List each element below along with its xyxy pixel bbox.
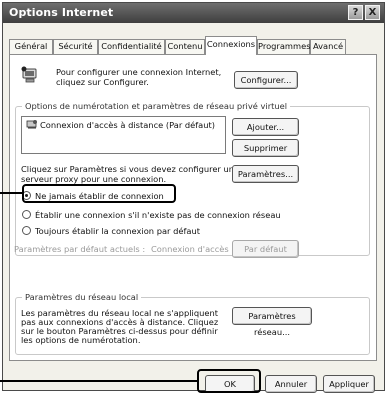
radio-always-dial-label: Toujours établir la connexion par défaut [35, 226, 200, 236]
radio-dial-when-no-network[interactable]: Établir une connexion s'il n'existe pas … [21, 209, 361, 221]
radio-always-dial-indicator[interactable] [22, 226, 31, 235]
window-title: Options Internet [9, 6, 114, 19]
tab-general[interactable]: Général [9, 39, 53, 54]
proxy-text-line1: Cliquez sur Paramètres si vous devez con… [21, 164, 234, 174]
close-button[interactable]: X [365, 5, 380, 20]
configure-button[interactable]: Configurer... [234, 71, 298, 89]
tab-security[interactable]: Sécurité [53, 39, 98, 54]
setup-text-line1: Pour configurer une connexion Internet, [56, 67, 222, 77]
tab-programs[interactable]: Programmes [257, 39, 311, 54]
setup-text-line2: cliquez sur Configurer. [56, 77, 149, 87]
remove-button[interactable]: Supprimer [232, 139, 299, 157]
close-icon: X [368, 7, 377, 18]
radio-dial-when-no-network-label: Établir une connexion s'il n'existe pas … [35, 210, 281, 220]
internet-options-dialog: Options Internet ? X Général Sécurité Co… [2, 2, 385, 393]
current-default-label: Paramètres par défaut actuels : [14, 244, 146, 254]
dialup-connection-icon [26, 119, 38, 130]
title-bar: Options Internet ? X [3, 3, 384, 23]
radio-never-dial-label: Ne jamais établir de connexion [35, 191, 164, 201]
list-item-label: Connexion d'accès à distance (Par défaut… [40, 120, 215, 130]
lan-text-line4: les options de numérotation. [21, 335, 141, 345]
apply-button[interactable]: Appliquer [323, 375, 375, 393]
proxy-text-line2: serveur proxy pour une connexion. [21, 174, 167, 184]
radio-never-dial[interactable]: Ne jamais établir de connexion [21, 190, 241, 202]
callout-never-dial-leader [0, 192, 22, 194]
dialup-group-title: Options de numérotation et paramètres de… [22, 101, 291, 111]
radio-dial-when-no-network-indicator[interactable] [22, 210, 31, 219]
tab-content[interactable]: Contenu [165, 39, 205, 54]
tab-privacy[interactable]: Confidentialité [98, 39, 165, 54]
current-default-value: Connexion d'accès [151, 244, 229, 254]
radio-always-dial[interactable]: Toujours établir la connexion par défaut [21, 225, 261, 237]
connection-wizard-icon [21, 66, 39, 84]
add-button[interactable]: Ajouter... [232, 118, 299, 136]
help-button[interactable]: ? [348, 5, 363, 20]
lan-settings-button[interactable]: Paramètres réseau... [232, 307, 312, 337]
connections-list[interactable]: Connexion d'accès à distance (Par défaut… [21, 116, 226, 154]
settings-button[interactable]: Paramètres... [232, 165, 299, 183]
help-icon: ? [352, 7, 359, 18]
set-default-button[interactable]: Par défaut [232, 240, 299, 258]
tab-connections[interactable]: Connexions [205, 36, 257, 55]
cancel-button[interactable]: Annuler [265, 375, 317, 393]
lan-group-title: Paramètres du réseau local [22, 292, 142, 302]
ok-button[interactable]: OK [205, 375, 255, 393]
connections-panel: Pour configurer une connexion Internet, … [9, 54, 377, 361]
callout-ok-leader [0, 380, 197, 382]
radio-never-dial-indicator[interactable] [22, 191, 31, 200]
tab-advanced[interactable]: Avancé [310, 39, 346, 54]
